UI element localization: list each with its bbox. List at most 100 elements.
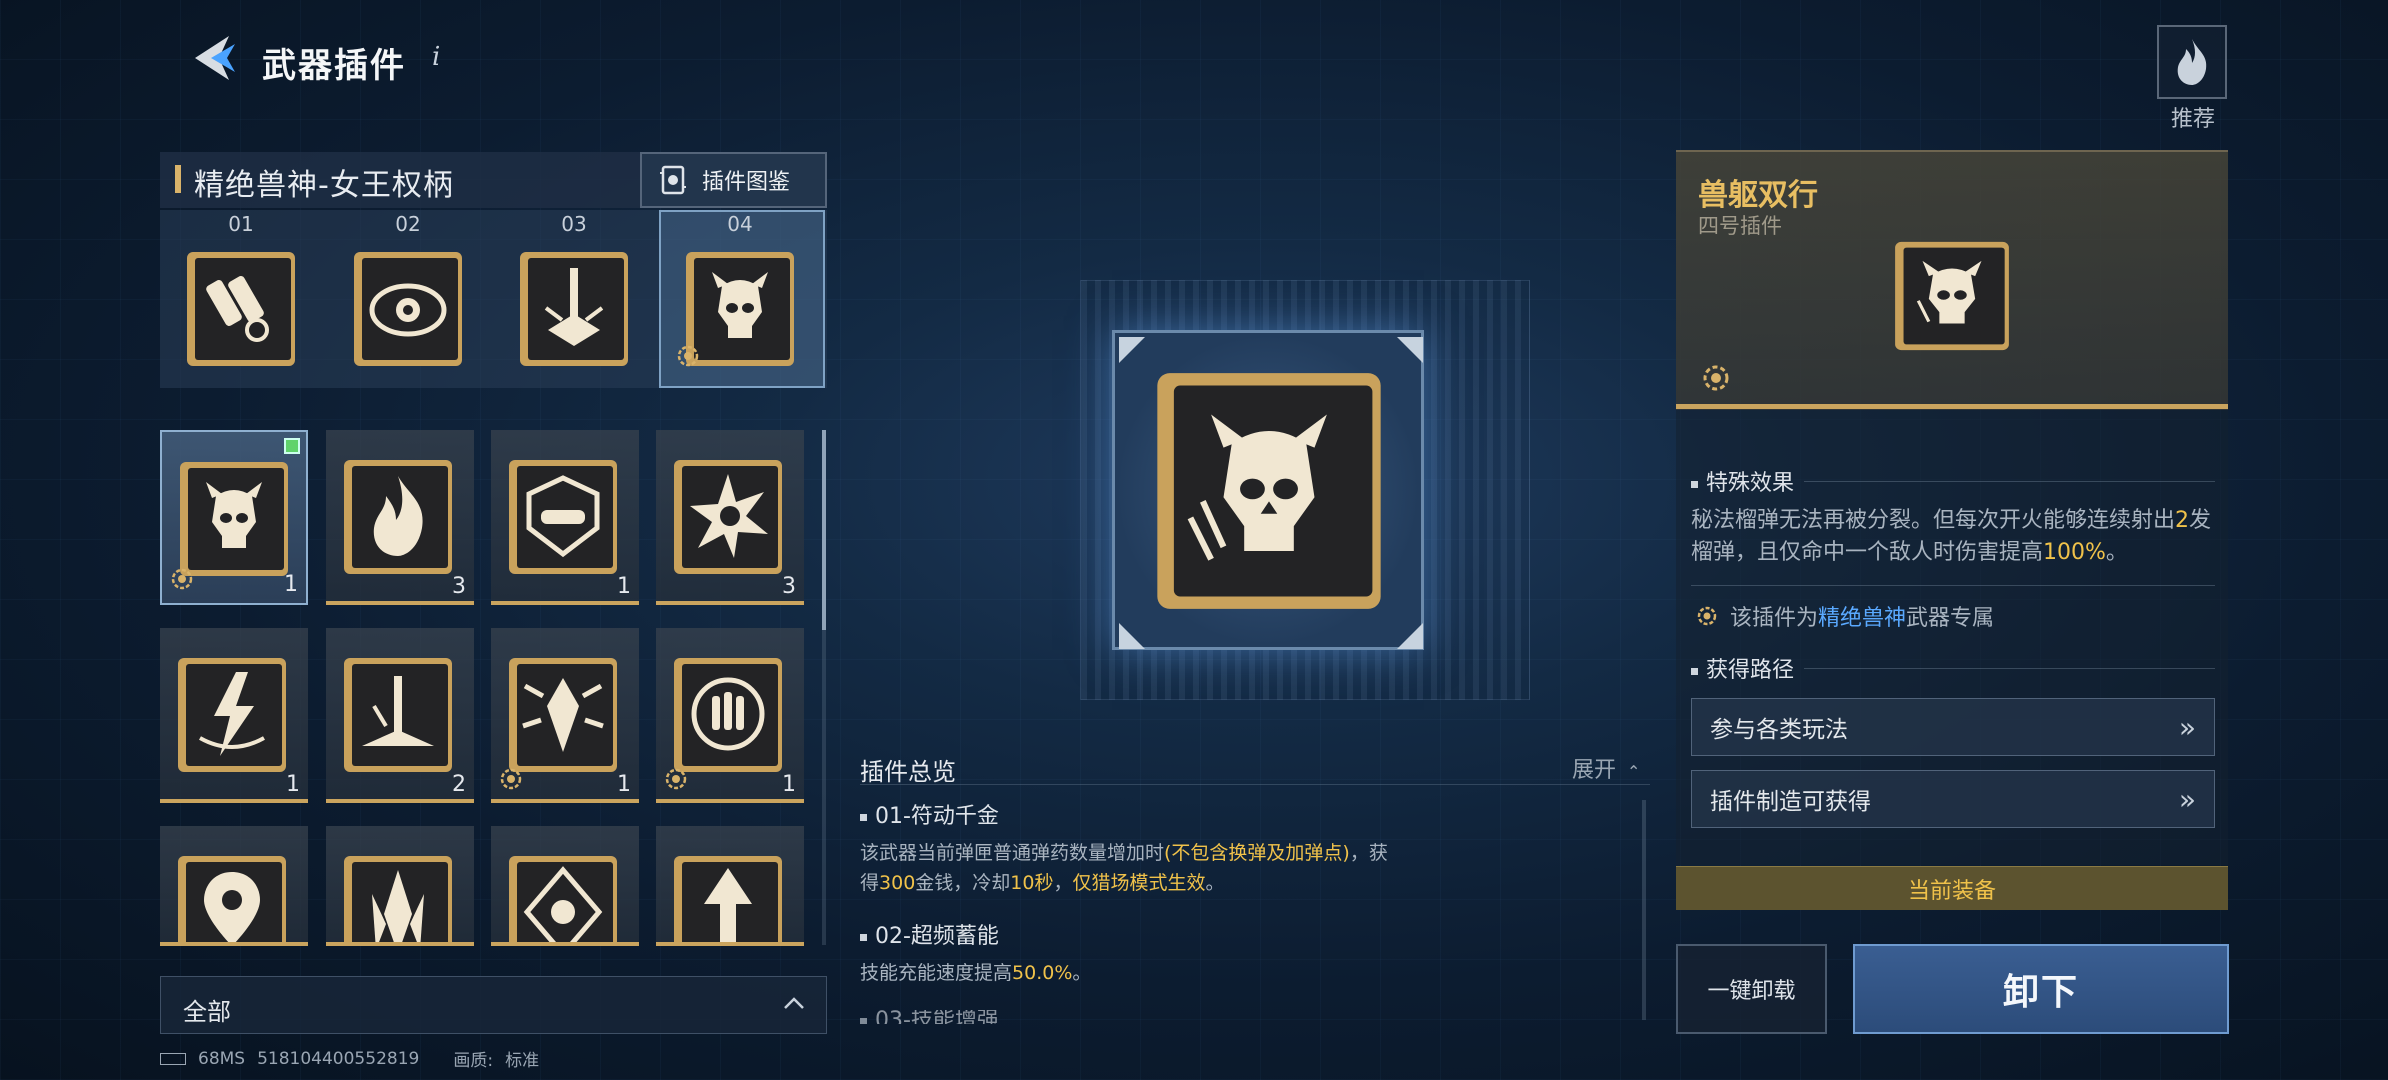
plugin-card[interactable]: 3 (326, 430, 474, 605)
flame-icon (2177, 39, 2207, 85)
exclusive-gear-icon (674, 342, 702, 374)
filter-dropdown[interactable] (160, 976, 827, 1034)
overview-divider (860, 784, 1650, 785)
plugin-card[interactable]: 3 (656, 430, 804, 605)
plugin-count: 3 (782, 574, 796, 599)
unload-all-button[interactable]: 一键卸载 (1676, 944, 1827, 1034)
plugin-card[interactable]: 1 (160, 430, 308, 605)
plugin-count: 1 (617, 574, 631, 599)
slot-number: 02 (395, 212, 421, 236)
plugin-count: 3 (452, 574, 466, 599)
back-arrow-icon (195, 36, 235, 80)
plugin-count: 1 (286, 772, 300, 797)
plugin-card[interactable]: 2 (326, 628, 474, 803)
plugin-chip (1893, 240, 2011, 352)
exclusive-note: 该插件为精绝兽神武器专属 (1694, 600, 1994, 632)
plugin-card[interactable]: 1 (160, 628, 308, 803)
equipped-status: 当前装备 (1676, 866, 2228, 910)
eye-icon (354, 252, 462, 366)
bullet-icon (1691, 667, 1698, 675)
filter-label: 全部 (183, 998, 231, 1026)
exclusive-gear-icon (1697, 606, 1717, 626)
exclusive-gear-icon (497, 765, 525, 793)
unload-button[interactable]: 卸下 (1853, 944, 2229, 1034)
lightning-strike-icon (178, 658, 286, 772)
plugin-slot-01[interactable] (185, 250, 297, 368)
weapon-accent-bar (175, 165, 181, 193)
section-divider (1804, 480, 2215, 482)
source-title: 获得路径 (1706, 658, 1795, 683)
slot-number: 01 (228, 212, 254, 236)
recommend-button[interactable] (2157, 25, 2227, 99)
plugin-count: 2 (452, 772, 466, 797)
plugin-slot-03[interactable] (518, 250, 630, 368)
detail-card-accent (1676, 404, 2228, 409)
plugin-count: 1 (617, 772, 631, 797)
weapon-name: 精绝兽神-女王权柄 (194, 168, 454, 203)
status-line: 68MS 518104400552819 画质: 标准 (160, 1046, 539, 1071)
selected-plugin-preview (1112, 330, 1424, 650)
bullet-icon (860, 933, 867, 941)
source-label: 参与各类玩法 (1710, 717, 1848, 743)
target-pin-icon (178, 856, 286, 946)
plugin-name: 兽躯双行 (1698, 178, 1818, 213)
shotgun-shell-gear-icon (187, 252, 295, 366)
plugin-catalog-label: 插件图鉴 (702, 170, 791, 195)
ground-blade-icon (344, 658, 452, 772)
source-section-header: 获得路径 (1691, 652, 2215, 684)
overview-heading: 03-技能增强 (860, 1010, 999, 1024)
effect-title: 特殊效果 (1706, 471, 1795, 496)
bullet-shield-icon (509, 460, 617, 574)
quality-label: 画质: (453, 1051, 494, 1071)
overview-heading: 02-超频蓄能 (860, 918, 1380, 950)
plugin-slot-label: 四号插件 (1698, 214, 1782, 238)
recommend-label: 推荐 (2170, 107, 2215, 132)
double-chevron-right-icon: » (2178, 782, 2196, 816)
source-button-crafting[interactable]: 插件制造可获得 » (1691, 770, 2215, 828)
source-button-gameplay[interactable]: 参与各类玩法 » (1691, 698, 2215, 756)
plugin-card[interactable]: 1 (491, 628, 639, 803)
crystal-spike-icon (344, 856, 452, 946)
diamond-gear-icon (509, 856, 617, 946)
bullet-icon (1691, 480, 1698, 488)
slot-number: 04 (727, 212, 753, 236)
overview-title: 插件总览 (860, 758, 956, 786)
overview-scrollbar[interactable] (1642, 800, 1646, 1020)
effect-description: 秘法榴弹无法再被分裂。但每次开火能够连续射出2发榴弹，且仅命中一个敌人时伤害提高… (1691, 508, 2212, 565)
bug-claw-icon (509, 658, 617, 772)
plugin-card[interactable] (160, 826, 308, 946)
quality-value: 标准 (505, 1051, 540, 1071)
overview-item-1: 01-符动千金 该武器当前弹匣普通弹药数量增加时(不包含换弹及加弹点)，获得30… (860, 798, 1390, 898)
chevron-up-icon (782, 992, 806, 1017)
arrow-spike-icon (674, 856, 782, 946)
info-button[interactable]: i (432, 42, 440, 72)
slot-number: 03 (561, 212, 587, 236)
page-title: 武器插件 (262, 46, 406, 86)
overview-item-2: 02-超频蓄能 技能充能速度提高50.0%。 (860, 918, 1380, 988)
sword-burst-icon (520, 252, 628, 366)
chevron-up-icon: ⌃ (1627, 762, 1641, 781)
preview-chip (1139, 369, 1399, 613)
demon-skull-icon (1895, 241, 2009, 351)
plugin-card[interactable] (491, 826, 639, 946)
uid-text: 518104400552819 (257, 1048, 420, 1069)
equipped-indicator (284, 438, 300, 454)
overview-body: 该武器当前弹匣普通弹药数量增加时(不包含换弹及加弹点)，获得300金钱，冷却10… (860, 842, 1388, 894)
plugin-slot-04[interactable] (677, 250, 796, 368)
exclusive-gear-icon (168, 565, 196, 593)
plugin-catalog-button[interactable]: 插件图鉴 (640, 152, 827, 208)
back-button[interactable] (185, 30, 241, 86)
exclusive-gear-icon (1698, 360, 1734, 396)
grid-scrollbar-thumb[interactable] (822, 430, 826, 630)
plugin-card[interactable] (656, 826, 804, 946)
effect-section-header: 特殊效果 (1691, 465, 2215, 497)
plugin-card[interactable] (326, 826, 474, 946)
expand-button[interactable]: 展开 ⌃ (1572, 752, 1640, 784)
bullet-icon (860, 813, 867, 821)
demon-skull-icon (180, 462, 288, 576)
plugin-count: 1 (284, 572, 298, 597)
plugin-slot-02[interactable] (352, 250, 464, 368)
plugin-card[interactable]: 1 (491, 430, 639, 605)
battery-icon (160, 1052, 186, 1065)
plugin-card[interactable]: 1 (656, 628, 804, 803)
